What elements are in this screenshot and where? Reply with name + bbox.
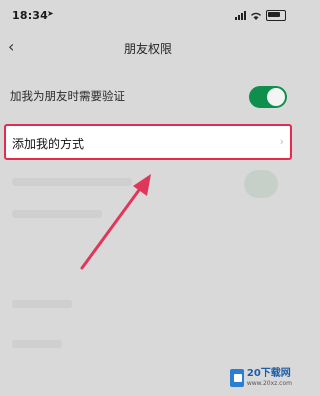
watermark-logo-icon xyxy=(230,369,244,387)
watermark: 20下载网 www.20xz.com xyxy=(230,364,292,392)
watermark-sub: www.20xz.com xyxy=(246,380,292,387)
watermark-main: 20下载网 xyxy=(246,368,291,379)
pointer-arrow-icon xyxy=(80,174,151,270)
